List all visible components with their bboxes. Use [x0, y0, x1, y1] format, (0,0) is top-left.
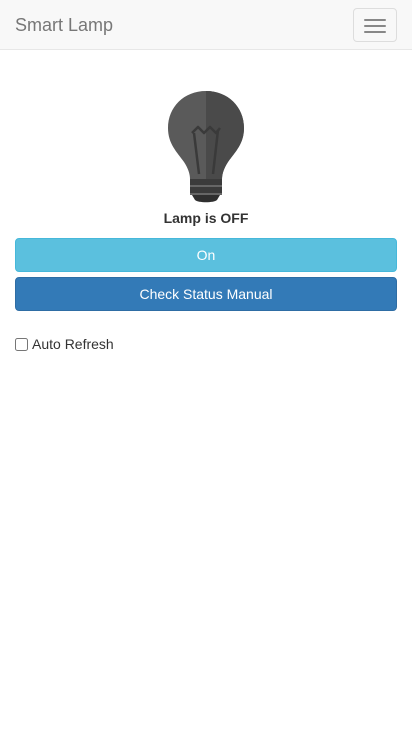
hamburger-menu-icon [364, 19, 386, 21]
check-status-button[interactable]: Check Status Manual [15, 277, 397, 311]
lamp-status-text: Lamp is OFF [163, 210, 249, 226]
app-title[interactable]: Smart Lamp [15, 15, 113, 35]
light-bulb-icon [162, 86, 250, 206]
auto-refresh-label: Auto Refresh [32, 336, 114, 352]
auto-refresh-checkbox[interactable] [15, 337, 28, 351]
navbar: Smart Lamp [0, 0, 412, 50]
auto-refresh-toggle[interactable]: Auto Refresh [15, 334, 114, 354]
menu-toggle-button[interactable] [353, 8, 397, 42]
turn-on-button[interactable]: On [15, 238, 397, 272]
